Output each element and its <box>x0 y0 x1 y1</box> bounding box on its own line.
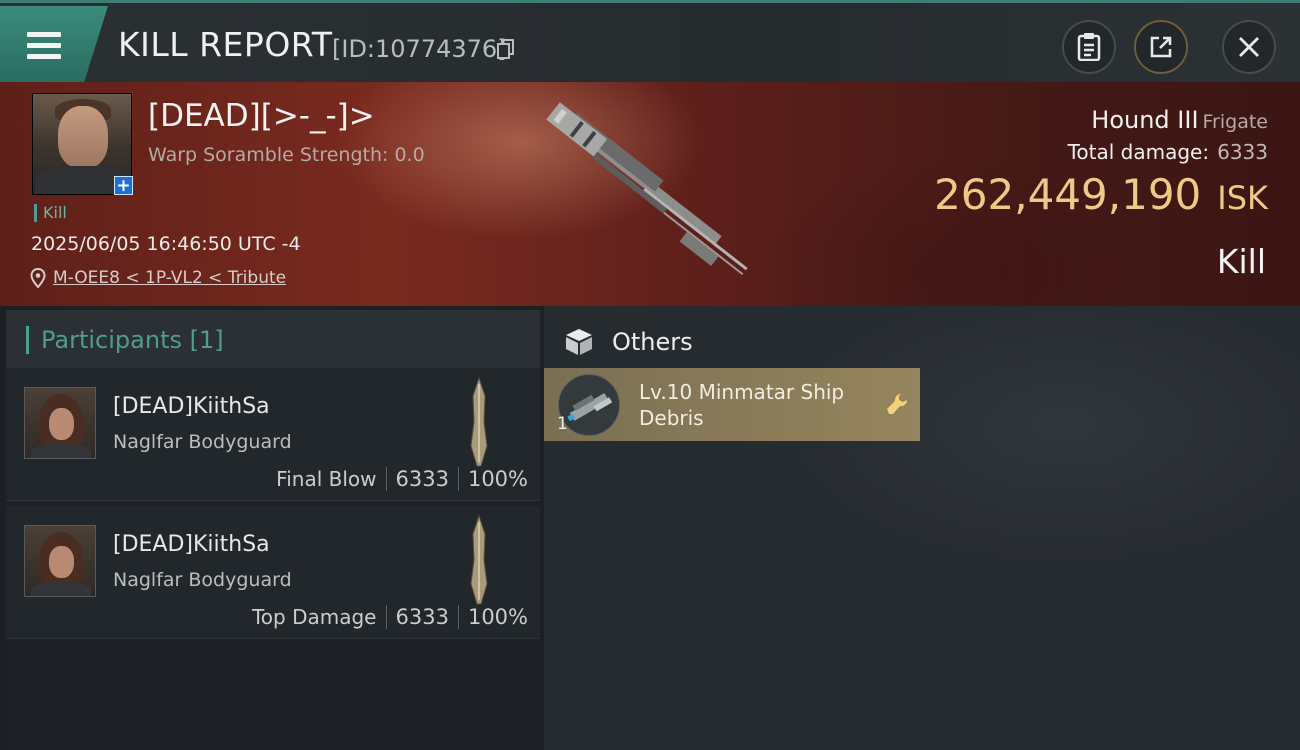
avatar[interactable] <box>24 525 96 597</box>
kill-tag: Kill <box>34 204 67 222</box>
participant-card[interactable]: [DEAD]KiithSa Naglfar Bodyguard Final Bl… <box>6 368 540 501</box>
others-panel: Others 1 Lv.10 Minmatar Ship Debris <box>544 306 1300 750</box>
add-contact-icon[interactable]: + <box>114 176 133 195</box>
participant-damage: 6333 <box>395 605 449 629</box>
participant-ship-icon <box>470 514 488 605</box>
close-button[interactable] <box>1222 20 1276 74</box>
wrench-icon[interactable] <box>885 392 909 416</box>
participant-ship-icon <box>470 376 488 467</box>
participant-damage: 6333 <box>395 467 449 491</box>
participant-percent: 100% <box>467 467 528 491</box>
participants-header: Participants [1] <box>41 326 224 354</box>
participant-name: [DEAD]KiithSa <box>113 532 270 557</box>
kill-datetime: 2025/06/05 16:46:50 UTC -4 <box>31 233 301 255</box>
participant-stats: Top Damage 6333 100% <box>252 605 528 629</box>
ship-name: Hound III <box>1091 106 1199 134</box>
clipboard-icon <box>1077 33 1101 61</box>
total-damage-value: 6333 <box>1217 140 1268 164</box>
participant-stats: Final Blow 6333 100% <box>276 467 528 491</box>
menu-button[interactable] <box>0 6 108 82</box>
avatar[interactable] <box>24 387 96 459</box>
victim-banner: + [DEAD][>-_-]> Warp Soramble Strength: … <box>0 82 1300 306</box>
participant-label: Final Blow <box>276 467 377 491</box>
participants-panel: Participants [1] [DEAD]KiithSa Naglfar B… <box>6 306 540 750</box>
share-button[interactable] <box>1134 20 1188 74</box>
menu-icon <box>27 32 61 37</box>
participants-tab[interactable]: Participants [1] <box>6 310 540 370</box>
share-icon <box>1150 36 1172 58</box>
isk-loss: 262,449,190 ISK <box>934 170 1268 219</box>
victim-name: [DEAD][>-_-]> <box>148 98 375 134</box>
copy-icon[interactable] <box>497 39 515 59</box>
others-header: Others <box>544 314 1300 370</box>
total-damage: Total damage: 6333 <box>1068 140 1268 164</box>
participant-percent: 100% <box>467 605 528 629</box>
result-label: Kill <box>1216 242 1266 281</box>
close-icon <box>1239 37 1259 57</box>
participant-name: [DEAD]KiithSa <box>113 394 270 419</box>
clipboard-button[interactable] <box>1062 20 1116 74</box>
participant-corp: Naglfar Bodyguard <box>113 431 292 453</box>
participant-label: Top Damage <box>251 605 377 629</box>
report-id: [ID:10774376] <box>332 35 507 63</box>
item-quantity: 1 <box>557 414 568 434</box>
ship-line: Hound III Frigate <box>1091 106 1268 134</box>
warp-scramble-strength: Warp Soramble Strength: 0.0 <box>148 144 425 166</box>
isk-unit: ISK <box>1217 179 1268 217</box>
participant-corp: Naglfar Bodyguard <box>113 569 292 591</box>
isk-value: 262,449,190 <box>934 170 1202 219</box>
loot-item[interactable]: 1 Lv.10 Minmatar Ship Debris <box>544 368 920 441</box>
location-pin-icon <box>30 268 46 288</box>
total-damage-label: Total damage: <box>1067 140 1210 164</box>
others-title: Others <box>612 328 693 356</box>
ship-class: Frigate <box>1202 111 1268 133</box>
location-text[interactable]: M-OEE8 < 1P-VL2 < Tribute <box>53 268 286 288</box>
participant-card[interactable]: [DEAD]KiithSa Naglfar Bodyguard Top Dama… <box>6 506 540 639</box>
item-name: Lv.10 Minmatar Ship Debris <box>639 380 845 430</box>
page-title: KILL REPORT <box>118 25 333 64</box>
location-link[interactable]: M-OEE8 < 1P-VL2 < Tribute <box>30 266 286 290</box>
cube-icon <box>566 329 592 355</box>
top-bar: KILL REPORT [ID:10774376] <box>0 0 1300 82</box>
victim-ship-image <box>546 102 748 276</box>
